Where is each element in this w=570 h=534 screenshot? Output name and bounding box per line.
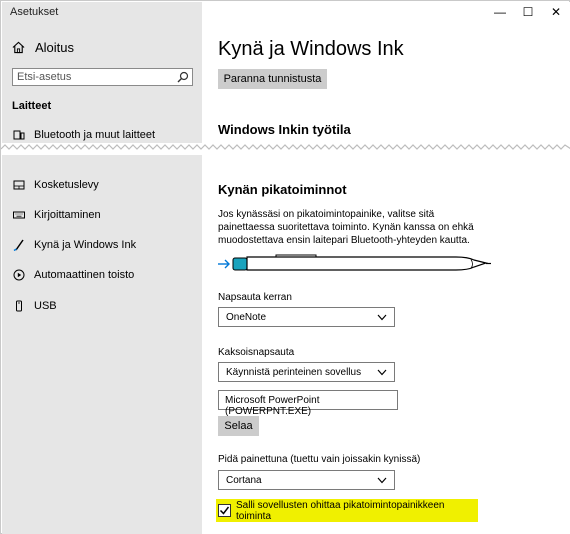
autoplay-icon [12, 268, 26, 282]
sidebar-item-typing[interactable]: Kirjoittaminen [12, 208, 101, 222]
override-checkbox-label: Salli sovellusten ohittaa pikatoimintopa… [236, 499, 445, 522]
app-path-value: Microsoft PowerPoint (POWERPNT.EXE) [225, 395, 320, 417]
search-input[interactable] [17, 70, 167, 84]
sidebar-item-autoplay[interactable]: Automaattinen toisto [12, 268, 134, 282]
double-click-select[interactable]: Käynnistä perinteinen sovellus [218, 362, 395, 382]
single-click-label: Napsauta kerran [218, 292, 292, 303]
close-button[interactable]: ✕ [550, 5, 562, 19]
app-path-field[interactable]: Microsoft PowerPoint (POWERPNT.EXE) [218, 390, 398, 417]
sidebar-item-pen[interactable]: Kynä ja Windows Ink [12, 238, 136, 252]
page-title: Kynä ja Windows Ink [218, 38, 404, 60]
sidebar-item-label: Kosketuslevy [34, 179, 99, 191]
search-icon[interactable] [177, 71, 189, 83]
sidebar-item-bluetooth[interactable]: Bluetooth ja muut laitteet [12, 128, 155, 142]
sidebar-item-label: Kynä ja Windows Ink [34, 239, 137, 251]
home-label: Aloitus [35, 40, 75, 55]
settings-window: Asetukset Aloitus Laitteet Bluetooth ja … [0, 0, 570, 534]
section-heading: Laitteet [12, 100, 52, 112]
sidebar-item-touchpad[interactable]: Kosketuslevy [12, 178, 99, 192]
chevron-down-icon [377, 314, 387, 321]
sidebar-item-label: Kirjoittaminen [34, 209, 101, 221]
minimize-button[interactable]: — [494, 5, 506, 19]
window-controls: — ☐ ✕ [494, 5, 562, 19]
pen-illustration [218, 254, 491, 271]
double-click-value: Käynnistä perinteinen sovellus [226, 367, 362, 378]
torn-edge-divider [1, 143, 570, 155]
ink-workspace-heading: Windows Inkin työtila [218, 122, 351, 137]
sidebar: Asetukset Aloitus Laitteet Bluetooth ja … [2, 2, 202, 534]
press-hold-select[interactable]: Cortana [218, 470, 395, 490]
checkmark-icon [219, 506, 230, 515]
press-hold-value: Cortana [226, 475, 262, 486]
window-title: Asetukset [10, 6, 59, 18]
search-box[interactable] [12, 68, 193, 86]
sidebar-item-label: Automaattinen toisto [34, 269, 135, 281]
main-content: — ☐ ✕ Kynä ja Windows Ink Paranna tunnis… [202, 2, 570, 534]
press-hold-label: Pidä painettuna (tuettu vain joissakin k… [218, 454, 421, 465]
home-nav-item[interactable]: Aloitus [12, 40, 74, 55]
override-checkbox[interactable] [218, 504, 231, 517]
browse-button[interactable]: Selaa [218, 416, 259, 436]
single-click-select[interactable]: OneNote [218, 307, 395, 327]
sidebar-item-label: USB [34, 300, 57, 312]
pen-shortcuts-heading: Kynän pikatoiminnot [218, 182, 347, 197]
chevron-down-icon [377, 477, 387, 484]
maximize-button[interactable]: ☐ [522, 5, 534, 19]
keyboard-icon [12, 208, 26, 222]
shortcuts-description: Jos kynässäsi on pikatoimintopainike, va… [218, 209, 474, 246]
double-click-label: Kaksoisnapsauta [218, 347, 295, 358]
bluetooth-devices-icon [12, 128, 26, 142]
sidebar-item-label: Bluetooth ja muut laitteet [34, 129, 156, 141]
home-icon [12, 41, 25, 54]
chevron-down-icon [377, 369, 387, 376]
touchpad-icon [12, 178, 26, 192]
override-checkbox-row[interactable]: Salli sovellusten ohittaa pikatoimintopa… [216, 499, 478, 522]
improve-recognition-button[interactable]: Paranna tunnistusta [218, 69, 327, 89]
single-click-value: OneNote [226, 312, 267, 323]
sidebar-item-usb[interactable]: USB [12, 299, 57, 313]
usb-icon [12, 299, 26, 313]
pen-icon [12, 238, 26, 252]
